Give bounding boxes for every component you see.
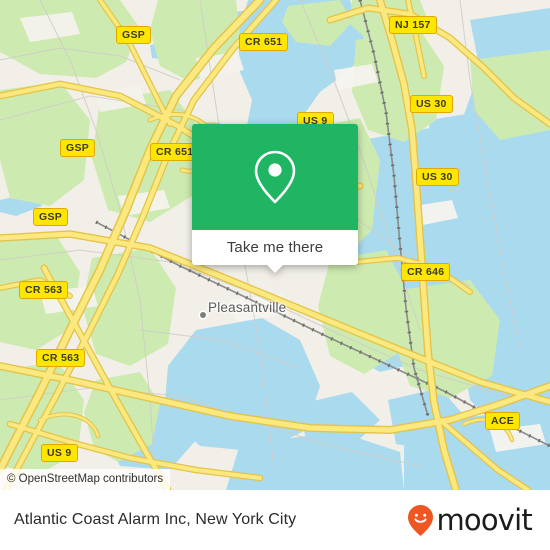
osm-attribution[interactable]: © OpenStreetMap contributors — [0, 469, 171, 490]
place-dot-pleasantville — [200, 312, 206, 318]
footer-bar: Atlantic Coast Alarm Inc, New York City … — [0, 490, 550, 550]
place-label-pleasantville: Pleasantville — [208, 300, 287, 315]
location-popup-card[interactable]: Take me there — [192, 124, 358, 273]
map-pin-icon — [254, 150, 296, 204]
moovit-pin-smiley-icon — [408, 504, 434, 536]
road-shield-cr-646: CR 646 — [401, 263, 451, 281]
map-canvas[interactable]: Pleasantville GSP CR 651 NJ 157 US 30 GS… — [0, 0, 550, 490]
road-shield-cr-651: CR 651 — [239, 33, 289, 51]
take-me-there-button[interactable]: Take me there — [192, 230, 358, 273]
road-shield-cr-563: CR 563 — [19, 281, 69, 299]
road-shield-nj-157: NJ 157 — [389, 16, 437, 34]
road-shield-us-30: US 30 — [410, 95, 453, 113]
road-shield-gsp: GSP — [33, 208, 69, 226]
popup-pointer-tail — [266, 264, 284, 273]
road-shield-us-30: US 30 — [416, 168, 459, 186]
location-title: Atlantic Coast Alarm Inc, New York City — [14, 511, 297, 528]
moovit-logo[interactable]: moovit — [407, 502, 533, 537]
moovit-wordmark: moovit — [436, 502, 532, 537]
road-shield-gsp: GSP — [60, 139, 96, 157]
road-shield-cr-563: CR 563 — [36, 349, 86, 367]
map-screenshot: Pleasantville GSP CR 651 NJ 157 US 30 GS… — [0, 0, 550, 550]
road-shield-gsp: GSP — [116, 26, 152, 44]
popup-header — [192, 124, 358, 230]
take-me-there-label: Take me there — [226, 239, 324, 256]
road-shield-ace: ACE — [485, 412, 521, 430]
road-shield-us-9: US 9 — [41, 444, 78, 462]
